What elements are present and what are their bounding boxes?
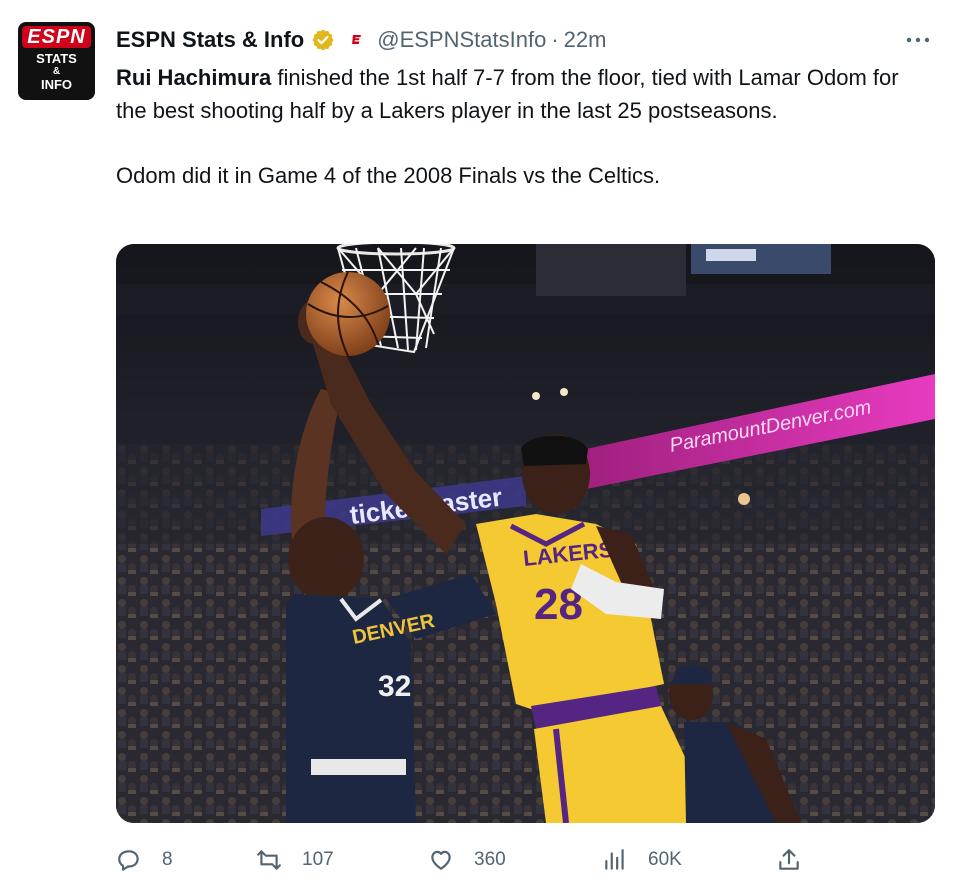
views-count: 60K — [648, 849, 682, 870]
separator-dot: · — [551, 27, 559, 52]
like-icon — [431, 850, 451, 870]
repost-icon — [257, 850, 281, 870]
tweet-paragraph-2: Odom did it in Game 4 of the 2008 Finals… — [116, 163, 661, 188]
verified-icon[interactable] — [311, 28, 335, 52]
repost-button[interactable]: 107 — [256, 840, 334, 880]
nuggets-jersey-number: 32 — [378, 670, 411, 703]
tweet[interactable]: ESPN STATS & INFO ESPN Stats & Info @ESP… — [0, 0, 960, 895]
timestamp[interactable]: 22m — [564, 27, 607, 53]
player-name: Rui Hachimura — [116, 65, 272, 90]
affiliate-icon[interactable] — [349, 32, 365, 48]
views-icon — [605, 849, 624, 870]
reply-button[interactable]: 8 — [116, 840, 173, 880]
avatar-line-stats: STATS — [36, 51, 77, 66]
author-name[interactable]: ESPN Stats & Info — [116, 27, 304, 53]
like-button[interactable]: 360 — [428, 840, 506, 880]
views-button[interactable]: 60K — [602, 840, 682, 880]
more-button[interactable] — [898, 28, 938, 52]
share-icon — [779, 849, 799, 870]
basketball-photo: ParamountDenver.com ticketmaster — [116, 244, 935, 823]
share-button[interactable] — [776, 840, 822, 880]
like-count: 360 — [474, 849, 506, 870]
tweet-header: ESPN Stats & Info @ESPNStatsInfo · 22m — [116, 26, 606, 54]
avatar-line-info: INFO — [40, 77, 73, 92]
tweet-text: Rui Hachimura finished the 1st half 7-7 … — [116, 62, 916, 193]
reply-count: 8 — [162, 849, 173, 870]
tweet-paragraph-1: Rui Hachimura finished the 1st half 7-7 … — [116, 62, 916, 127]
reply-icon — [118, 850, 139, 871]
avatar-line-amp: & — [52, 66, 61, 77]
more-icon — [906, 37, 930, 43]
author-handle[interactable]: @ESPNStatsInfo — [377, 27, 546, 53]
basketball — [306, 271, 390, 357]
espn-logo: ESPN — [22, 26, 91, 48]
repost-count: 107 — [302, 849, 334, 870]
tweet-photo[interactable]: ParamountDenver.com ticketmaster — [116, 244, 935, 823]
tweet-actions: 8 107 360 60K — [116, 840, 816, 880]
avatar[interactable]: ESPN STATS & INFO — [18, 22, 95, 100]
